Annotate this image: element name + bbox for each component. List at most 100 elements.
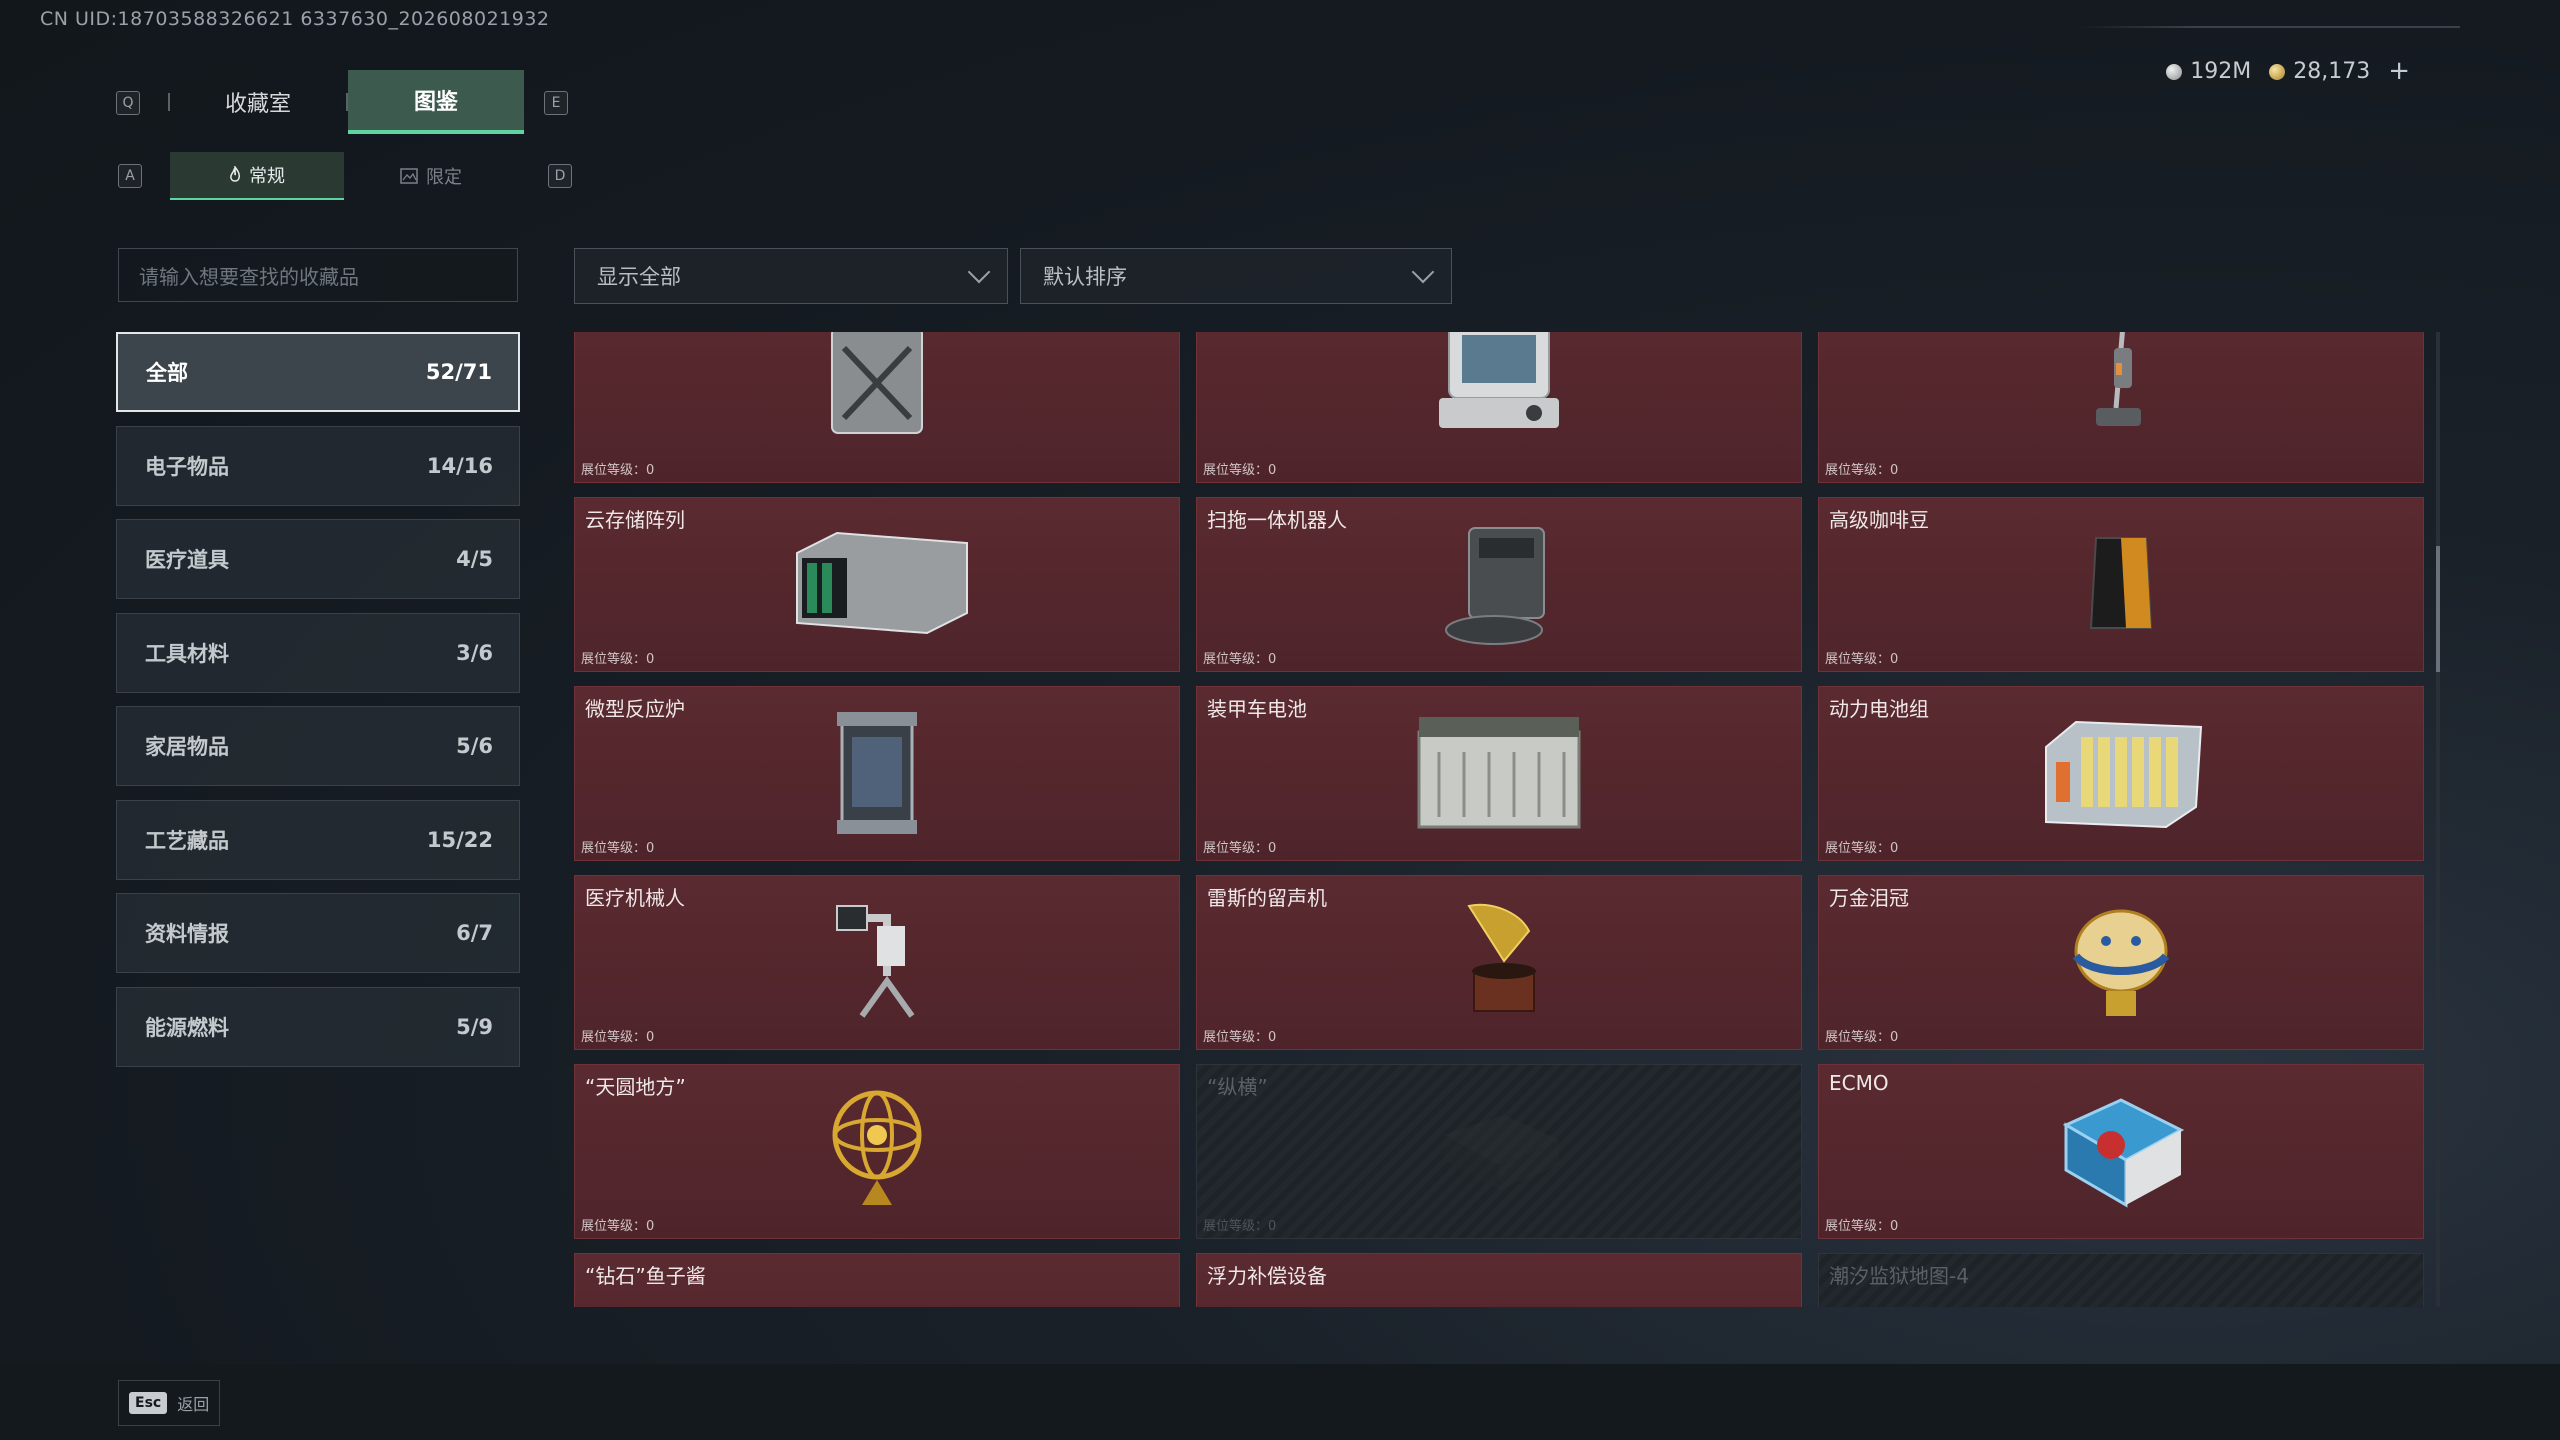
item-card[interactable]: 雷斯的留声机 展位等级：0 xyxy=(1196,875,1802,1050)
search-input[interactable]: 请输入想要查找的收藏品 xyxy=(118,248,518,302)
tab-collection-room[interactable]: 收藏室 xyxy=(170,70,346,134)
scrollbar-track[interactable] xyxy=(2436,332,2440,1307)
category-all[interactable]: 全部 52/71 xyxy=(116,332,520,412)
item-card[interactable]: 展位等级：0 xyxy=(1818,332,2424,483)
category-sidebar: 全部 52/71 电子物品 14/16 医疗道具 4/5 工具材料 3/6 家居物品 5/… xyxy=(116,332,520,1080)
tab-limited-label: 限定 xyxy=(426,167,462,188)
image-icon xyxy=(400,168,418,184)
item-name: “天圆地方” xyxy=(585,1075,686,1099)
item-card[interactable]: 动力电池组 展位等级：0 xyxy=(1818,686,2424,861)
category-household[interactable]: 家居物品 5/6 xyxy=(116,706,520,786)
item-name: 装甲车电池 xyxy=(1207,697,1307,721)
scrollbar-thumb[interactable] xyxy=(2436,546,2440,672)
category-count: 5/6 xyxy=(456,734,493,758)
category-count: 6/7 xyxy=(456,921,493,945)
item-card[interactable]: 云存储阵列 展位等级：0 xyxy=(574,497,1180,672)
key-hint-q: Q xyxy=(116,91,140,115)
jeweled-egg-icon xyxy=(2061,896,2181,1030)
chevron-down-icon xyxy=(1411,260,1435,284)
item-card[interactable]: 潮汐监狱地图-4 xyxy=(1818,1253,2424,1307)
item-card[interactable]: 医疗机械人 展位等级：0 xyxy=(574,875,1180,1050)
tab-regular[interactable]: 常规 xyxy=(170,152,344,200)
silver-coin-icon xyxy=(2166,63,2183,80)
item-card[interactable]: “天圆地方” 展位等级：0 xyxy=(574,1064,1180,1239)
category-label: 能源燃料 xyxy=(145,1015,229,1040)
category-tools[interactable]: 工具材料 3/6 xyxy=(116,612,520,693)
item-card[interactable]: 展位等级：0 xyxy=(1196,332,1802,483)
item-card[interactable]: 微型反应炉 展位等级：0 xyxy=(574,686,1180,861)
item-card[interactable]: “钻石”鱼子酱 xyxy=(574,1253,1180,1307)
item-level: 展位等级：0 xyxy=(581,463,655,478)
item-card[interactable]: “纵横” 展位等级：0 xyxy=(1196,1064,1802,1239)
flame-icon xyxy=(230,166,240,182)
storage-array-icon xyxy=(777,523,977,647)
item-level: 展位等级：0 xyxy=(1203,463,1277,478)
top-tabs: 收藏室 图鉴 xyxy=(168,70,524,134)
item-card[interactable]: 展位等级：0 xyxy=(574,332,1180,483)
item-card[interactable]: 扫拖一体机器人展位等级：0 xyxy=(1196,497,1802,672)
filter-dropdown-value: 显示全部 xyxy=(597,265,681,289)
item-name: 扫拖一体机器人 xyxy=(1207,508,1347,532)
category-energy[interactable]: 能源燃料 5/9 xyxy=(116,986,520,1067)
category-count: 4/5 xyxy=(456,547,493,571)
silver-amount: 192M xyxy=(2190,58,2252,84)
category-label: 医疗道具 xyxy=(145,548,229,572)
category-electronics[interactable]: 电子物品 14/16 xyxy=(116,425,520,506)
item-card[interactable]: 万金泪冠 展位等级：0 xyxy=(1818,875,2424,1050)
chevron-down-icon xyxy=(967,260,991,284)
gold-amount: 28,173 xyxy=(2293,58,2371,84)
item-card[interactable]: 装甲车电池展位等级：0 xyxy=(1196,686,1802,861)
tab-regular-label: 常规 xyxy=(249,166,285,187)
item-level: 展位等级：0 xyxy=(1825,1030,1899,1045)
gold-currency: 28,173 xyxy=(2269,59,2370,84)
esc-key: Esc xyxy=(129,1392,168,1414)
item-level: 展位等级：0 xyxy=(1825,1219,1899,1234)
item-card[interactable]: ECMO 展位等级：0 xyxy=(1818,1064,2424,1239)
filter-dropdown[interactable]: 显示全部 xyxy=(574,248,1008,304)
back-button[interactable]: Esc 返回 xyxy=(118,1380,221,1426)
item-name: “钻石”鱼子酱 xyxy=(585,1264,706,1288)
item-name: ECMO xyxy=(1829,1071,1889,1095)
item-card[interactable]: 浮力补偿设备 xyxy=(1196,1253,1802,1307)
key-hint-a: A xyxy=(118,164,142,188)
category-count: 15/22 xyxy=(426,827,493,852)
item-name: 浮力补偿设备 xyxy=(1207,1264,1327,1288)
micro-reactor-icon xyxy=(827,702,927,846)
item-level: 展位等级：0 xyxy=(581,841,655,856)
robot-vacuum-icon xyxy=(1439,518,1559,652)
item-level: 展位等级：0 xyxy=(1203,1219,1277,1234)
sub-tabs: 常规 限定 xyxy=(170,152,518,200)
uid-label: CN UID:18703588326621 6337630_2026080219… xyxy=(40,8,550,30)
top-divider xyxy=(2080,26,2460,28)
tab-catalog[interactable]: 图鉴 xyxy=(348,70,524,134)
tab-limited[interactable]: 限定 xyxy=(344,152,518,200)
category-count: 14/16 xyxy=(426,453,493,478)
category-medical[interactable]: 医疗道具 4/5 xyxy=(116,519,520,599)
retro-computer-icon xyxy=(1434,332,1564,437)
item-level: 展位等级：0 xyxy=(1203,652,1277,667)
silver-currency: 192M xyxy=(2166,59,2251,84)
medical-robot-icon xyxy=(827,896,927,1030)
category-label: 工具材料 xyxy=(145,641,229,666)
category-intel[interactable]: 资料情报 6/7 xyxy=(116,893,520,973)
vehicle-battery-icon xyxy=(1409,707,1589,841)
key-hint-d: D xyxy=(548,164,572,188)
item-grid-viewport: 展位等级：0 展位等级：0 展位等级：0 云存储阵列 展位等级：0 扫拖一体机器人 展位等级… xyxy=(574,332,2428,1307)
item-level: 展位等级：0 xyxy=(1825,652,1899,667)
jerrycan-icon xyxy=(822,332,932,442)
item-card[interactable]: 高级咖啡豆展位等级：0 xyxy=(1818,497,2424,672)
item-level: 展位等级：0 xyxy=(1203,841,1277,856)
item-name: 高级咖啡豆 xyxy=(1829,508,1929,532)
gold-coin-icon xyxy=(2269,63,2286,80)
item-name: “纵横” xyxy=(1207,1075,1268,1099)
footer-bar xyxy=(0,1364,2560,1440)
add-currency-button[interactable]: + xyxy=(2388,56,2410,86)
item-level: 展位等级：0 xyxy=(581,1219,655,1234)
item-level: 展位等级：0 xyxy=(1825,841,1899,856)
item-level: 展位等级：0 xyxy=(581,1030,655,1045)
back-label: 返回 xyxy=(177,1395,210,1414)
category-label: 全部 xyxy=(146,361,188,385)
category-count: 52/71 xyxy=(425,360,492,384)
category-crafts[interactable]: 工艺藏品 15/22 xyxy=(116,799,520,880)
sort-dropdown[interactable]: 默认排序 xyxy=(1020,248,1452,304)
